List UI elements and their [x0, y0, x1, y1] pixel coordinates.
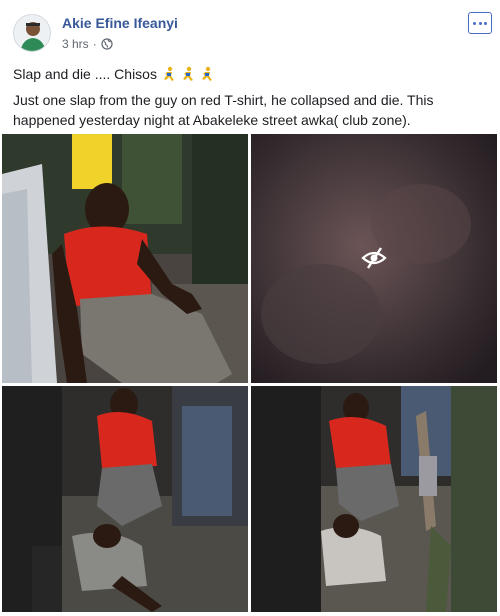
body-line: happened yesterday night at Abakeleke st… [13, 112, 411, 128]
avatar[interactable] [13, 14, 51, 52]
photo-4-image [251, 386, 497, 612]
post-headline: Slap and die .... Chisos [13, 66, 219, 82]
photo-1-image [2, 134, 248, 383]
avatar-image [14, 15, 50, 51]
post-photo-3[interactable] [2, 386, 248, 612]
more-dot [483, 21, 487, 25]
headline-text: Slap and die .... Chisos [13, 66, 157, 82]
post-body: Just one slap from the guy on red T-shir… [13, 90, 483, 130]
post-meta: 3 hrs · [62, 37, 113, 51]
post-photo-2-blurred[interactable] [251, 134, 497, 383]
eye-slash-icon[interactable] [361, 246, 387, 270]
meta-separator: · [92, 37, 97, 51]
running-person-emoji [163, 66, 212, 81]
author-name[interactable]: Akie Efine Ifeanyi [62, 15, 178, 31]
post-header: Akie Efine Ifeanyi 3 hrs · [0, 0, 500, 60]
photo-3-image [2, 386, 248, 612]
more-options-button[interactable] [468, 12, 492, 34]
more-dot [478, 21, 482, 25]
globe-icon[interactable] [101, 38, 113, 50]
body-line: Just one slap from the guy on red T-shir… [13, 92, 434, 108]
more-options-icon [473, 21, 477, 25]
post-photo-1[interactable] [2, 134, 248, 383]
post-photo-4[interactable] [251, 386, 497, 612]
post-time[interactable]: 3 hrs [62, 37, 89, 51]
